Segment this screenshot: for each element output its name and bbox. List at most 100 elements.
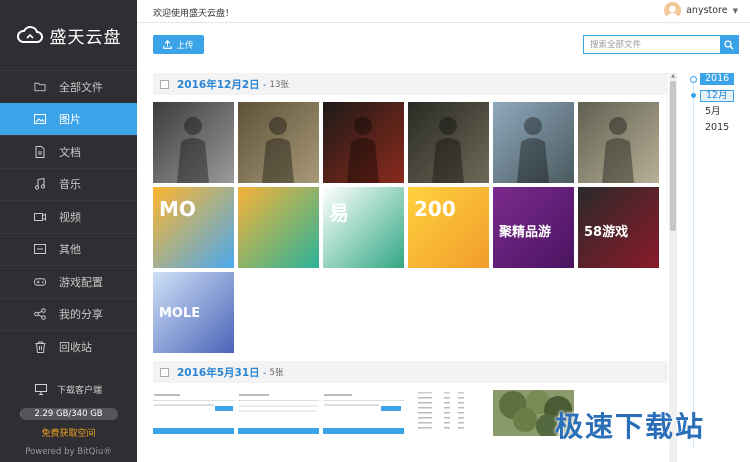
sidebar-item-label: 我的分享 [59,308,103,322]
free-space-link[interactable]: 免费获取空间 [0,426,137,439]
upload-button[interactable]: 上传 [153,35,204,54]
chevron-down-icon: ▼ [732,6,738,15]
timeline-month-dec[interactable]: 12月 [700,90,734,102]
storage-quota-fill [19,408,22,420]
storage-quota-bar: 2.29 GB/340 GB [19,408,118,420]
thumbnail-text: 易 [329,201,349,225]
photo-thumbnail[interactable]: 200 [408,187,489,268]
sidebar-item-label: 游戏配置 [59,275,103,289]
photo-thumbnail[interactable] [238,187,319,268]
sidebar-item-label: 图片 [59,113,81,127]
sidebar-item-documents[interactable]: 文档 [0,135,137,168]
image-icon [34,113,46,125]
search-button[interactable] [720,36,738,53]
timeline-year-2015[interactable]: 2015 [700,122,734,134]
music-icon [34,178,46,190]
cloud-logo-icon [16,26,43,43]
sidebar-nav: 全部文件 图片 文档 音乐 视频 其他 游戏配置 我的分享 回收站 [0,70,137,363]
search-input[interactable] [584,36,720,53]
group-checkbox[interactable] [160,79,169,89]
sidebar-item-label: 音乐 [59,178,81,192]
upload-icon [163,40,173,49]
photo-thumbnail[interactable] [238,102,319,183]
timeline-month-may[interactable]: 5月 [700,106,726,118]
scrollbar-thumb[interactable] [670,81,676,231]
photo-thumbnail[interactable]: MO [153,187,234,268]
powered-by: Powered by BitQiu® [25,447,112,457]
date-timeline: 2016 12月 5月 2015 [688,73,748,453]
watermark: 极速下载站 [555,410,706,443]
timeline-year-2016[interactable]: 2016 [700,73,735,85]
sidebar-item-recycle-bin[interactable]: 回收站 [0,330,137,363]
timeline-dot [691,93,696,98]
group-checkbox[interactable] [160,367,169,377]
sidebar-item-label: 全部文件 [59,80,103,94]
photo-thumbnail[interactable]: 易 [323,187,404,268]
share-icon [34,308,46,321]
photo-thumbnail[interactable] [238,390,319,436]
document-icon [34,145,46,158]
download-client-link[interactable]: 下载客户端 [0,383,137,396]
thumbnail-text: MOLE [159,306,201,321]
scroll-up-icon[interactable]: ▲ [669,73,677,80]
sidebar-item-game-config[interactable]: 游戏配置 [0,265,137,298]
sidebar-item-videos[interactable]: 视频 [0,200,137,233]
sidebar-item-other[interactable]: 其他 [0,232,137,266]
thumbnail-text: 58游戏 [584,225,629,240]
monitor-icon [34,384,47,395]
sidebar-item-label: 文档 [59,145,81,159]
photo-thumbnail[interactable] [408,102,489,183]
sidebar-item-music[interactable]: 音乐 [0,167,137,201]
trash-icon [34,341,46,353]
avatar [664,2,682,19]
photo-thumbnail[interactable] [153,390,234,436]
photo-thumbnail[interactable] [323,102,404,183]
search-box [583,35,739,54]
sidebar-footer: 下载客户端 2.29 GB/340 GB 免费获取空间 Powered by B… [0,383,137,462]
group-header: 2016年12月2日 ⌄ 13张 [153,73,668,95]
sidebar: 盛天云盘 全部文件 图片 文档 音乐 视频 其他 游戏配置 我的分享 回收站 下… [0,0,137,462]
photo-thumbnail[interactable]: MOLE [153,272,234,353]
sidebar-item-my-shares[interactable]: 我的分享 [0,297,137,331]
username: anystore [686,5,728,16]
folder-icon [34,81,46,93]
group-date[interactable]: 2016年5月31日 [177,365,260,380]
group-date[interactable]: 2016年12月2日 [177,77,260,92]
group-count: 13张 [269,80,289,90]
gamepad-icon [34,276,46,288]
photo-grid: MO 易 200 聚精品游 58游戏 MOLE [153,95,668,361]
brand-name: 盛天云盘 [49,27,122,48]
timeline-dot [690,76,697,83]
group-count: 5张 [269,368,284,378]
brand-logo[interactable]: 盛天云盘 [0,0,137,70]
photo-thumbnail[interactable] [323,390,404,436]
photo-thumbnail[interactable] [578,102,659,183]
photo-thumbnail[interactable] [408,390,489,436]
top-bar: 欢迎使用盛天云盘！ anystore ▼ [137,0,750,23]
thumbnail-text: 200 [414,197,456,221]
timeline-line [693,79,694,449]
photo-thumbnail[interactable] [493,102,574,183]
other-icon [34,243,46,255]
group-header: 2016年5月31日 ⌄ 5张 [153,361,668,383]
sidebar-item-images[interactable]: 图片 [0,102,137,135]
sidebar-item-all-files[interactable]: 全部文件 [0,70,137,103]
video-icon [34,211,46,223]
storage-quota-text: 2.29 GB/340 GB [34,409,103,419]
photo-list: 2016年12月2日 ⌄ 13张 MO 易 200 聚精品游 58游戏 MOLE 2016… [153,73,668,462]
photo-thumbnail[interactable]: 聚精品游 [493,187,574,268]
sidebar-item-label: 回收站 [59,340,92,354]
photo-thumbnail[interactable] [153,102,234,183]
sidebar-item-label: 视频 [59,210,81,224]
user-menu[interactable]: anystore ▼ [664,2,738,19]
photo-thumbnail[interactable]: 58游戏 [578,187,659,268]
upload-label: 上传 [176,40,194,51]
scrollbar[interactable]: ▲ [669,73,677,462]
welcome-message: 欢迎使用盛天云盘！ [153,9,235,19]
thumbnail-text: MO [159,197,196,221]
chevron-down-icon[interactable]: ⌄ [262,368,268,376]
sidebar-item-label: 其他 [59,243,81,257]
thumbnail-text: 聚精品游 [499,225,552,240]
chevron-down-icon[interactable]: ⌄ [262,80,268,88]
search-icon [724,39,734,49]
